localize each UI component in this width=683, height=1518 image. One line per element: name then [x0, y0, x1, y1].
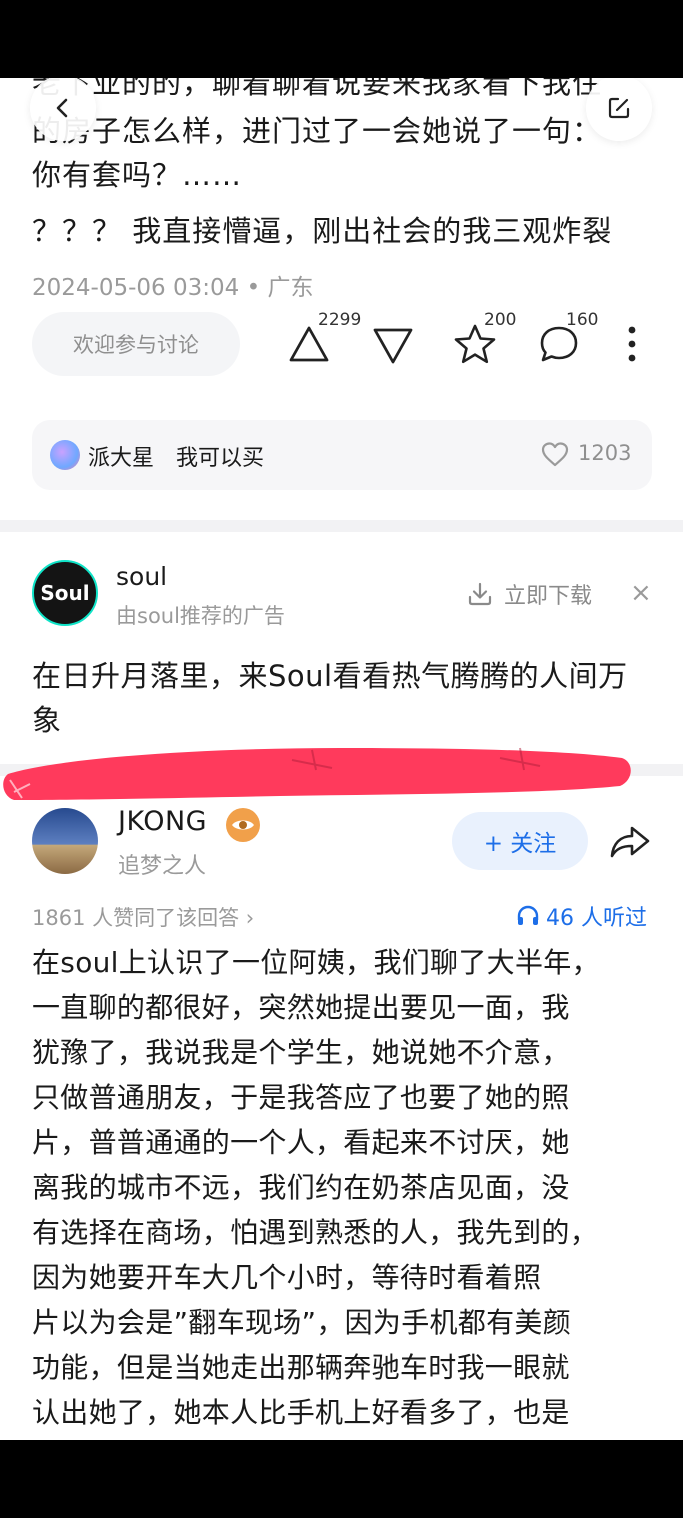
answer-line: 因为她要开车大几个小时，等待时看着照 [32, 1261, 542, 1294]
back-arrow-icon [56, 98, 68, 118]
comment-button[interactable]: 160 [536, 310, 598, 366]
download-button[interactable]: 立即下载 [466, 578, 592, 610]
reply-like-count: 1203 [578, 441, 632, 465]
triangle-down-icon [373, 328, 413, 364]
answer-body[interactable]: 在soul上认识了一位阿姨，我们聊了大半年， 一直聊的都很好，突然她提出要见一面… [32, 940, 654, 1435]
soul-logo-text: Soul [40, 581, 90, 605]
comment-count: 160 [566, 310, 599, 330]
navigation-bar [0, 1440, 683, 1518]
headphones-icon [517, 905, 539, 925]
top-reply[interactable]: 派大星 我可以买 1203 [32, 420, 652, 490]
reply-text: 我可以买 [176, 446, 265, 471]
eye-badge-icon [226, 808, 260, 842]
answer-line: 认出她了，她本人比手机上好看多了，也是 [32, 1396, 570, 1429]
post-text-line-1: 的房子怎么样，进门过了一会她说了一句： [32, 114, 603, 148]
ad-text[interactable]: 在日升月落里，来Soul看看热气腾腾的人间万象 [32, 654, 652, 742]
heart-icon[interactable] [540, 440, 570, 468]
answer-line: 只做普通朋友，于是我答应了也要了她的照 [32, 1081, 570, 1114]
author-signature: 追梦之人 [118, 854, 207, 879]
answer-line: 离我的城市不远，我们约在奶茶店见面，没 [32, 1171, 570, 1204]
favorite-count: 200 [484, 310, 517, 330]
post-meta: 2024-05-06 03:04 • 广东 [32, 275, 314, 301]
answer-line: 功能，但是当她走出那辆奔驰车时我一眼就 [32, 1351, 570, 1384]
reply-author: 派大星 [88, 446, 155, 471]
answer-line: 片，普普通通的一个人，看起来不讨厌，她 [32, 1126, 570, 1159]
red-scribble-mark [3, 747, 631, 800]
author-avatar[interactable] [32, 808, 98, 874]
ad-close-button[interactable]: × [630, 578, 652, 608]
more-button[interactable] [620, 322, 644, 366]
page-content: 老下业的的，聊着聊着说要来我家看下我住 的房子怎么样，进门过了一会她说了一句： … [0, 78, 683, 1440]
edit-icon [608, 97, 630, 119]
follow-button[interactable]: + 关注 [452, 812, 588, 870]
download-icon [468, 582, 492, 606]
ad-name[interactable]: soul [116, 562, 167, 591]
listen-count: 46 人听过 [546, 906, 647, 931]
answer-line: 有选择在商场，怕遇到熟悉的人，我先到的， [32, 1216, 599, 1249]
post-text-line-cut: 老下业的的，聊着聊着说要来我家看下我住 [32, 78, 603, 100]
upvote-count: 2299 [318, 310, 362, 330]
post-text-line-2: 你有套吗？…… [32, 158, 243, 192]
answer-line: 片以为会是”翻车现场”，因为手机都有美颜 [32, 1306, 572, 1339]
agree-count[interactable]: 1861 人赞同了该回答 › [32, 902, 254, 932]
section-divider [0, 520, 683, 532]
download-label: 立即下载 [504, 584, 593, 609]
author-name[interactable]: JKONG [118, 806, 207, 837]
reply-avatar [50, 440, 80, 470]
status-bar [0, 0, 683, 78]
answer-line: 犹豫了，我说我是个学生，她说她不介意， [32, 1036, 570, 1069]
share-icon[interactable] [608, 824, 652, 860]
soul-logo[interactable]: Soul [32, 560, 98, 626]
downvote-button[interactable] [370, 324, 416, 368]
post-text-line-3: ？？？ 我直接懵逼，刚出社会的我三观炸裂 [32, 214, 613, 248]
answer-line: 在soul上认识了一位阿姨，我们聊了大半年， [32, 946, 600, 979]
triangle-up-icon [289, 326, 329, 362]
discuss-input[interactable]: 欢迎参与讨论 [32, 312, 240, 376]
listen-button[interactable]: 46 人听过 [516, 900, 647, 932]
ad-label: 由soul推荐的广告 [116, 604, 285, 628]
more-vertical-icon [628, 326, 636, 362]
upvote-button[interactable]: 2299 [286, 310, 361, 366]
back-button[interactable] [30, 78, 96, 141]
answer-line: 一直聊的都很好，突然她提出要见一面，我 [32, 991, 570, 1024]
favorite-button[interactable]: 200 [452, 310, 516, 366]
edit-button[interactable] [586, 78, 652, 141]
